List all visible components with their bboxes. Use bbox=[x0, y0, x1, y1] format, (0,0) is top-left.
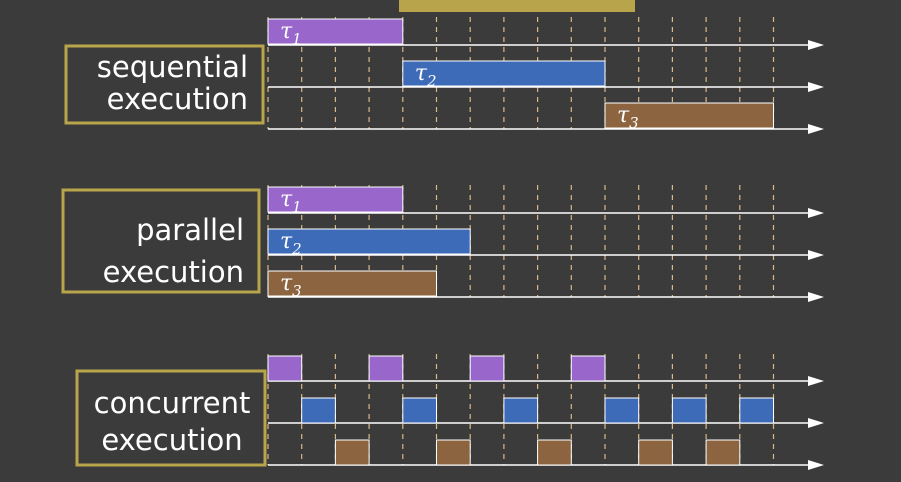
concurrent-task3-bar bbox=[334, 439, 370, 466]
sequential-panel: τ1τ2τ3sequentialexecution bbox=[64, 17, 824, 134]
diagram-content: τ1τ2τ3sequentialexecutionτ1τ2τ3parallele… bbox=[61, 17, 824, 470]
concurrent-task2-bar bbox=[301, 397, 336, 424]
arrowhead-icon bbox=[808, 250, 824, 260]
concurrent-task1-bar bbox=[267, 355, 303, 382]
concurrent-task2-bar bbox=[671, 397, 707, 424]
arrowhead-icon bbox=[808, 40, 824, 50]
concurrent-task3-bar bbox=[537, 439, 572, 466]
arrowhead-icon bbox=[808, 418, 824, 428]
sequential-label-line: sequential bbox=[97, 50, 248, 84]
concurrent-task2-bar bbox=[604, 397, 640, 424]
execution-timeline-diagram: τ1τ2τ3sequentialexecutionτ1τ2τ3parallele… bbox=[61, 0, 824, 470]
concurrent-task1-bar bbox=[570, 355, 606, 382]
concurrent-task3-bar bbox=[705, 439, 741, 466]
concurrent-task1-bar bbox=[469, 355, 505, 382]
arrowhead-icon bbox=[808, 82, 824, 92]
parallel-label-line: parallel bbox=[136, 213, 244, 247]
parallel-panel: τ1τ2τ3parallelexecution bbox=[61, 185, 824, 302]
concurrent-task3-bar bbox=[638, 439, 673, 466]
concurrent-task3-bar bbox=[436, 439, 471, 466]
concurrent-label-line: execution bbox=[101, 423, 242, 457]
sequential-label-line: execution bbox=[107, 82, 248, 116]
concurrent-task1-bar bbox=[368, 355, 404, 382]
concurrent-panel: concurrentexecution bbox=[75, 354, 824, 470]
top-title-box-inner-fragment bbox=[403, 0, 631, 8]
concurrent-task2-bar bbox=[739, 397, 774, 424]
concurrent-task2-bar bbox=[503, 397, 539, 424]
arrowhead-icon bbox=[808, 124, 824, 134]
concurrent-task2-bar bbox=[402, 397, 437, 424]
concurrent-label-line: concurrent bbox=[94, 386, 251, 420]
arrowhead-icon bbox=[808, 208, 824, 218]
arrowhead-icon bbox=[808, 376, 824, 386]
parallel-label-line: execution bbox=[103, 255, 244, 289]
arrowhead-icon bbox=[808, 292, 824, 302]
arrowhead-icon bbox=[808, 460, 824, 470]
